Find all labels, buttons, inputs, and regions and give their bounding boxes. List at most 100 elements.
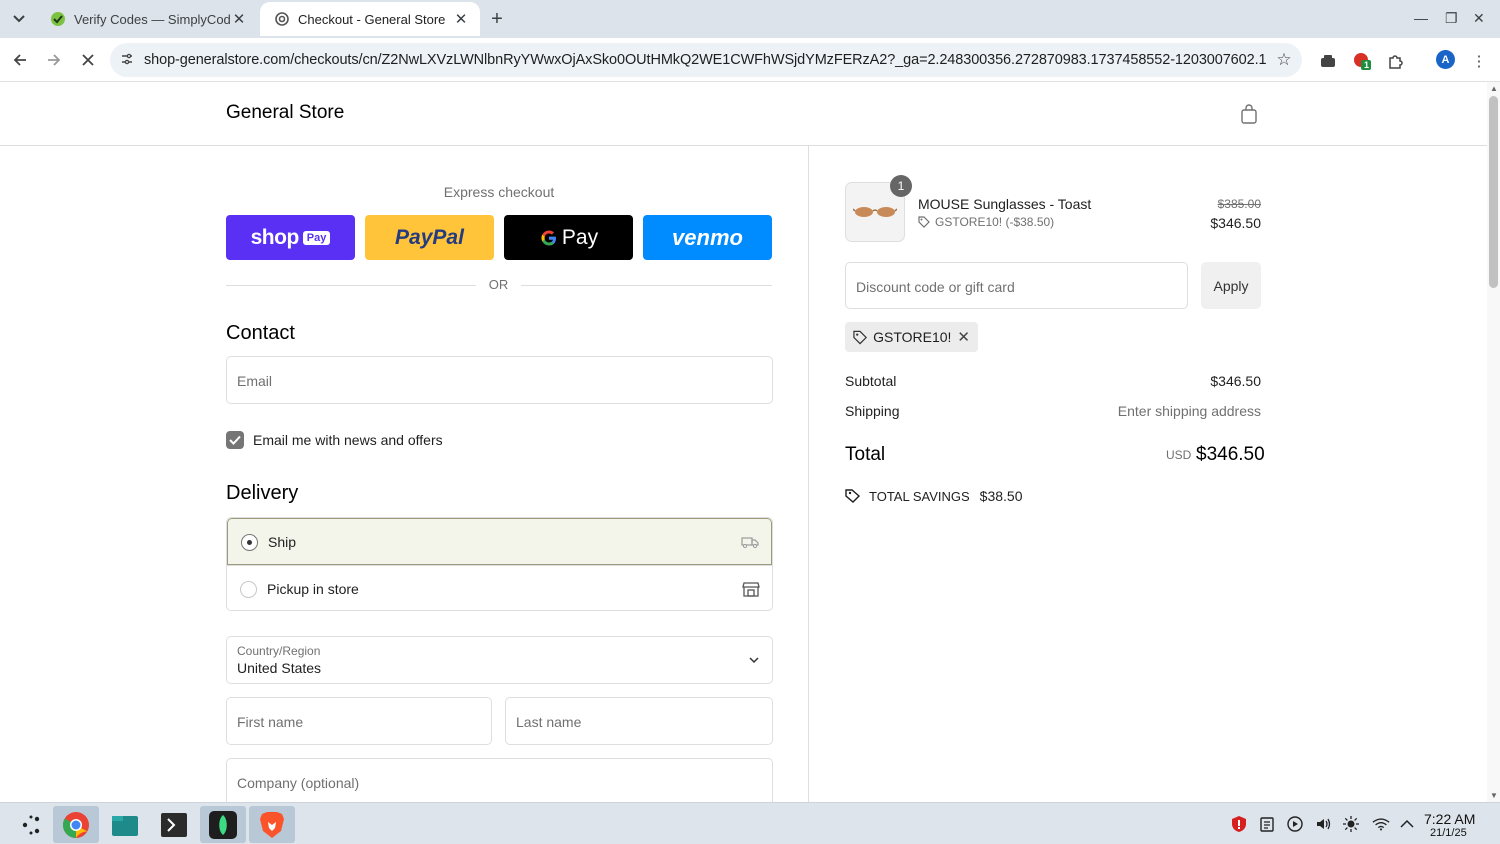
total-value: $346.50 [1196,444,1265,465]
first-name-field[interactable]: First name [226,697,492,745]
more-menu-icon[interactable]: ⋮ [1468,50,1490,72]
page-scrollbar[interactable]: ▲ ▼ [1487,82,1500,802]
remove-code-icon[interactable]: ✕ [957,328,970,346]
chevron-down-icon [749,657,759,664]
company-placeholder: Company (optional) [237,775,360,791]
chevron-up-icon[interactable] [1398,815,1416,833]
tab-title: Verify Codes — SimplyCodes [74,11,230,27]
paypal-button[interactable]: PayPal [365,215,494,260]
close-icon [82,54,94,66]
tag-icon [853,330,868,344]
files-taskbar-icon[interactable] [102,806,148,843]
email-field[interactable]: Email [226,356,773,404]
newsletter-label[interactable]: Email me with news and offers [253,432,443,448]
express-checkout-title: Express checkout [443,184,555,200]
ship-radio[interactable] [241,534,258,551]
browser-tab-strip: Verify Codes — SimplyCodes ✕ Checkout - … [0,0,1500,38]
tab-title: Checkout - General Store [298,11,446,27]
first-name-placeholder: First name [237,714,304,730]
contact-title: Contact [226,322,295,344]
discount-code-field[interactable]: Discount code or gift card [845,262,1188,309]
original-price: $385.00 [1217,197,1261,211]
url-text[interactable]: shop-generalstore.com/checkouts/cn/Z2NwL… [144,52,1266,68]
extension-icon[interactable] [1317,50,1339,72]
scroll-up-icon[interactable]: ▲ [1490,84,1498,93]
last-name-placeholder: Last name [516,714,582,730]
country-region-value: United States [237,660,322,676]
checkmark-icon [229,435,241,445]
total-label: Total [845,444,886,465]
stop-loading-button[interactable] [78,50,98,70]
scroll-down-icon[interactable]: ▼ [1490,791,1498,800]
shop-pay-button[interactable]: shop Pay [226,215,355,260]
store-name[interactable]: General Store [226,102,344,124]
tab-verify-codes[interactable]: Verify Codes — SimplyCodes ✕ [36,2,258,36]
discount-code-placeholder: Discount code or gift card [856,279,1015,295]
shop-pay-logo: shop [250,225,300,249]
paypal-logo: PayPal [395,225,464,249]
simplycodes-extension-icon[interactable]: 1 [1351,50,1373,72]
bookmark-star-icon[interactable]: ☆ [1266,50,1302,70]
delivery-title: Delivery [226,482,299,504]
close-window-icon[interactable]: ✕ [1473,10,1485,27]
subtotal-value: $346.50 [1210,373,1261,389]
total-currency: USD [1166,448,1192,462]
shipping-label: Shipping [845,403,900,419]
close-tab-icon[interactable]: ✕ [452,10,470,28]
minimize-icon[interactable]: — [1414,10,1428,26]
pickup-label: Pickup in store [267,581,359,597]
extension-badge: 1 [1364,60,1370,70]
forward-button[interactable] [44,50,64,70]
subtotal-label: Subtotal [845,373,897,389]
venmo-button[interactable]: venmo [643,215,772,260]
back-button[interactable] [10,50,30,70]
clipboard-icon[interactable] [1258,815,1276,833]
email-placeholder: Email [237,373,273,389]
address-bar[interactable]: shop-generalstore.com/checkouts/cn/Z2NwL… [110,43,1302,77]
or-divider-label: OR [488,277,509,292]
tab-search-button[interactable] [8,8,30,30]
savings-value: $38.50 [979,488,1023,504]
terminal-taskbar-icon[interactable] [151,806,197,843]
wifi-icon[interactable] [1372,815,1390,833]
delivery-option-ship[interactable]: Ship [227,518,772,565]
newsletter-checkbox[interactable] [226,431,244,449]
product-discount: GSTORE10! (-$38.50) [918,215,1054,229]
chrome-taskbar-icon[interactable] [53,806,99,843]
country-region-select[interactable]: Country/Region United States [226,636,773,684]
ship-label: Ship [268,534,297,550]
launcher-icon[interactable] [8,806,54,843]
clock-date[interactable]: 21/1/25 [1430,827,1467,839]
close-tab-icon[interactable]: ✕ [230,10,248,28]
restore-icon[interactable]: ❐ [1445,10,1458,27]
delivery-option-pickup[interactable]: Pickup in store [227,565,772,610]
simplycodes-favicon-icon [50,11,66,27]
os-taskbar: 7:22 AM 21/1/25 [0,802,1500,844]
arrow-left-icon [13,54,26,66]
scrollbar-thumb[interactable] [1489,96,1498,288]
savings-label: TOTAL SAVINGS [869,488,970,504]
new-tab-button[interactable]: + [486,8,508,30]
country-region-label: Country/Region [237,644,321,658]
last-name-field[interactable]: Last name [505,697,773,745]
pickup-radio[interactable] [240,581,257,598]
volume-icon[interactable] [1314,815,1332,833]
shield-icon[interactable] [1230,815,1248,833]
apply-button[interactable]: Apply [1201,262,1261,309]
extensions-puzzle-icon[interactable] [1385,50,1407,72]
loading-favicon-icon [274,11,290,27]
tab-checkout[interactable]: Checkout - General Store ✕ [260,2,480,36]
profile-avatar[interactable]: A [1436,50,1455,69]
quantity-badge: 1 [890,175,912,197]
clock-time[interactable]: 7:22 AM [1424,811,1475,827]
company-field[interactable]: Company (optional) [226,758,773,802]
shopping-bag-icon[interactable] [1240,104,1258,124]
google-pay-button[interactable]: Pay [504,215,633,260]
brave-taskbar-icon[interactable] [249,806,295,843]
media-play-icon[interactable] [1286,815,1304,833]
app-taskbar-icon[interactable] [200,806,246,843]
store-icon [742,580,760,598]
site-info-icon[interactable] [110,52,144,69]
checkout-page: General Store Express checkout shop Pay … [0,82,1487,802]
brightness-icon[interactable] [1342,815,1360,833]
